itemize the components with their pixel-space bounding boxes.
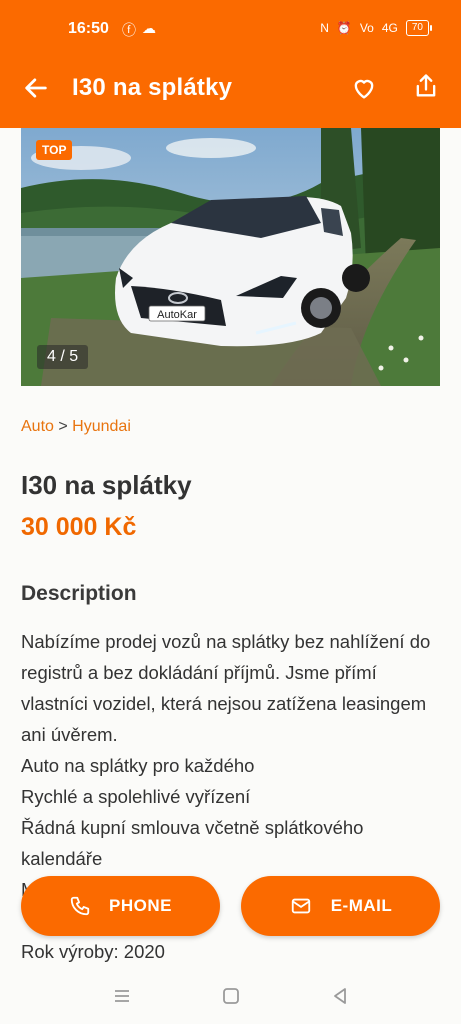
app-bar: I30 na splátky (0, 60, 461, 128)
breadcrumb: Auto > Hyundai (21, 418, 131, 436)
mail-icon (291, 898, 310, 914)
email-button-label: E-MAIL (330, 896, 393, 915)
back-nav-icon[interactable] (328, 984, 352, 1008)
breadcrumb-category-link[interactable]: Auto (21, 418, 54, 435)
facebook-icon: ⓕ (122, 22, 136, 38)
share-icon[interactable] (412, 72, 440, 100)
phone-button-label: PHONE (109, 896, 172, 915)
page-title: I30 na splátky (72, 74, 233, 101)
notification-icons: ⓕ ☁ (122, 20, 156, 40)
back-arrow-icon[interactable] (22, 74, 50, 102)
breadcrumb-separator: > (58, 418, 68, 435)
volte-icon: Vo (359, 21, 374, 35)
listing-title: I30 na splátky (21, 470, 192, 500)
breadcrumb-brand-link[interactable]: Hyundai (72, 418, 131, 435)
photo-counter: 4 / 5 (37, 345, 89, 369)
battery-icon: 70 (405, 20, 433, 36)
alarm-icon: ⏰ (336, 21, 352, 35)
menu-icon[interactable] (110, 984, 134, 1008)
listing-price: 30 000 Kč (21, 513, 137, 541)
phone-icon (70, 896, 90, 916)
license-plate: AutoKar (157, 309, 197, 321)
description-heading: Description (21, 582, 137, 605)
home-icon[interactable] (219, 984, 243, 1008)
phone-button[interactable]: PHONE (21, 876, 220, 936)
status-time: 16:50 (68, 20, 109, 37)
status-bar: 16:50 ⓕ ☁ N ⏰ Vo 4G 70 (0, 0, 461, 60)
nfc-icon: N (320, 21, 329, 35)
status-right: N ⏰ Vo 4G 70 (320, 20, 433, 36)
system-nav-bar (0, 966, 461, 1024)
signal-icon: 4G (381, 21, 398, 35)
heart-icon[interactable] (350, 74, 378, 102)
email-button[interactable]: E-MAIL (241, 876, 440, 936)
cloud-icon: ☁ (142, 20, 156, 36)
top-badge: TOP (36, 140, 73, 160)
